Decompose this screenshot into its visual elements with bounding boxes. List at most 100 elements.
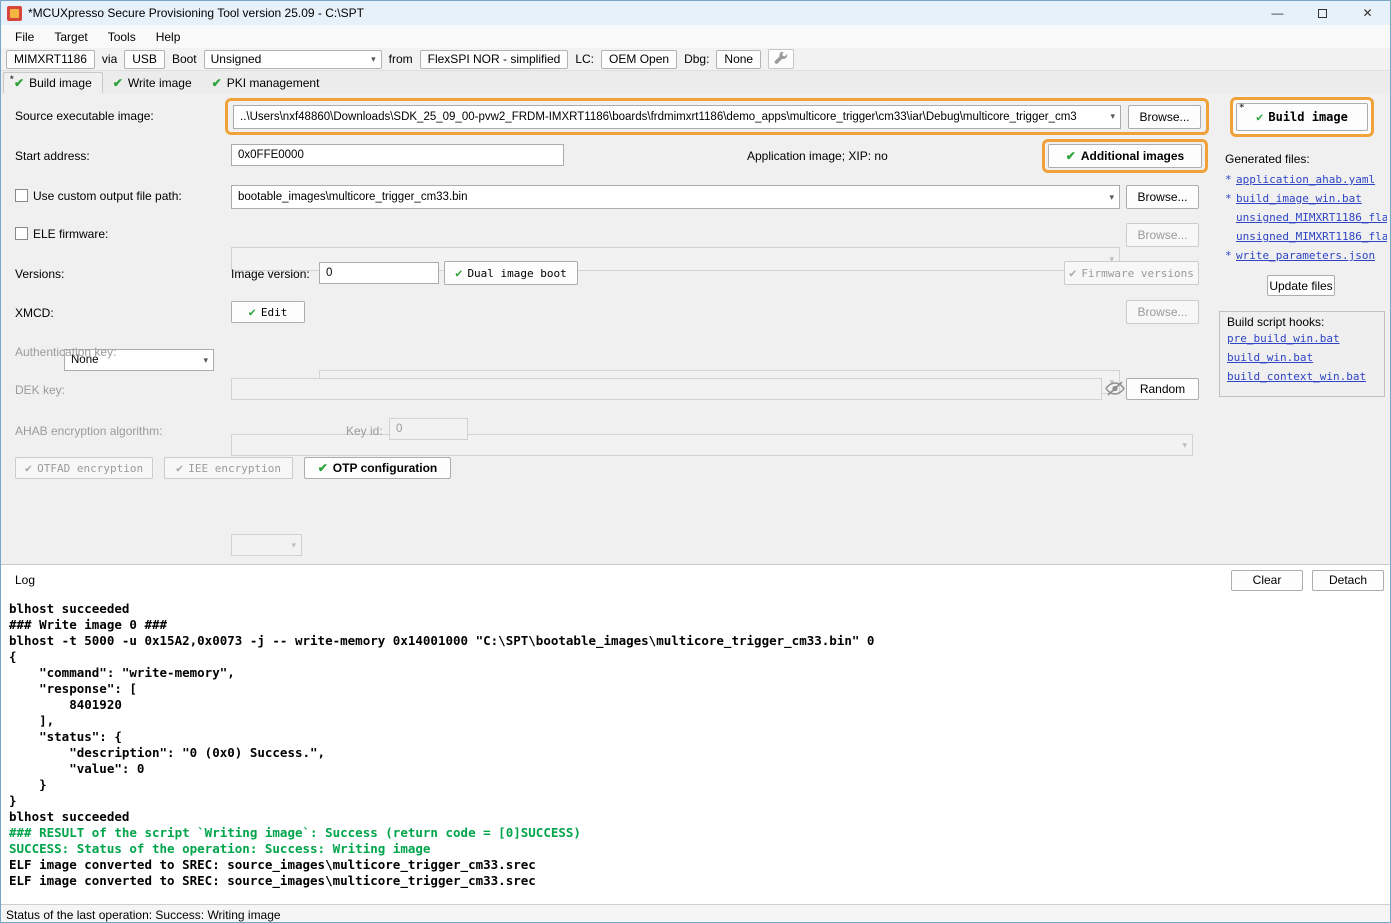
- output-path-combobox[interactable]: bootable_images\multicore_trigger_cm33.b…: [231, 185, 1120, 209]
- boot-type-value: Unsigned: [211, 52, 262, 66]
- generated-file-link[interactable]: unsigned_MIMXRT1186_fla: [1236, 211, 1387, 224]
- source-image-combobox[interactable]: ..\Users\nxf48860\Downloads\SDK_25_09_00…: [233, 105, 1121, 129]
- authentication-key-label: Authentication key:: [15, 345, 116, 359]
- generated-files-list: *application_ahab.yaml*build_image_win.b…: [1225, 170, 1387, 265]
- build-script-hooks-box: Build script hooks: pre_build_win.batbui…: [1219, 311, 1385, 397]
- menu-file[interactable]: File: [5, 27, 44, 47]
- otp-configuration-button[interactable]: ✔ OTP configuration: [304, 457, 451, 479]
- log-line: "status": {: [9, 729, 1390, 745]
- otfad-encryption-toggle: ✔ OTFAD encryption: [15, 457, 153, 479]
- hook-link[interactable]: build_context_win.bat: [1227, 370, 1366, 383]
- check-icon: ✔: [1069, 267, 1076, 279]
- xmcd-edit-button[interactable]: ✔ Edit: [231, 301, 305, 323]
- tab-write-image[interactable]: ✔ Write image: [103, 72, 202, 93]
- source-browse-button[interactable]: Browse...: [1128, 105, 1201, 129]
- app-icon: [7, 6, 22, 21]
- image-version-label: Image version:: [231, 267, 310, 281]
- dbg-label: Dbg:: [684, 52, 709, 66]
- modified-star-icon: *: [10, 74, 14, 84]
- debugger-button[interactable]: None: [716, 50, 761, 69]
- eye-slash-icon: [1105, 381, 1125, 396]
- build-script-hooks-label: Build script hooks:: [1227, 315, 1324, 329]
- boot-device-button[interactable]: FlexSPI NOR - simplified: [420, 50, 569, 69]
- menu-help[interactable]: Help: [146, 27, 191, 47]
- generated-file-link[interactable]: unsigned_MIMXRT1186_fla: [1236, 230, 1387, 243]
- show-dek-key-toggle[interactable]: [1105, 381, 1125, 399]
- ele-firmware-label: ELE firmware:: [33, 227, 108, 241]
- status-bar: Status of the last operation: Success: W…: [1, 904, 1390, 923]
- otfad-encryption-label: OTFAD encryption: [37, 462, 143, 475]
- log-label: Log: [15, 573, 35, 587]
- xmcd-browse-button: Browse...: [1126, 300, 1199, 324]
- hook-row: pre_build_win.bat: [1227, 329, 1377, 348]
- clear-log-button[interactable]: Clear: [1231, 570, 1303, 591]
- generated-file-row: *write_parameters.json: [1225, 246, 1387, 265]
- generated-file-prefix: *: [1225, 173, 1233, 186]
- check-icon: ✔: [212, 77, 222, 89]
- tab-bar: * ✔ Build image ✔ Write image ✔ PKI mana…: [1, 71, 1390, 93]
- minimize-button[interactable]: —: [1255, 1, 1300, 25]
- check-icon: ✔: [113, 77, 123, 89]
- generated-file-link[interactable]: build_image_win.bat: [1236, 192, 1362, 205]
- log-line: {: [9, 649, 1390, 665]
- ele-firmware-checkbox[interactable]: [15, 227, 28, 240]
- lc-label: LC:: [575, 52, 594, 66]
- maximize-button[interactable]: [1300, 1, 1345, 25]
- tab-pki-management[interactable]: ✔ PKI management: [202, 72, 330, 93]
- boot-label: Boot: [172, 52, 197, 66]
- log-line: blhost -t 5000 -u 0x15A2,0x0073 -j -- wr…: [9, 633, 1390, 649]
- ele-browse-button: Browse...: [1126, 223, 1199, 247]
- log-buttons: Clear Detach: [1231, 570, 1384, 591]
- custom-output-checkbox[interactable]: [15, 189, 28, 202]
- modified-star-icon: *: [1239, 103, 1244, 113]
- generated-file-row: unsigned_MIMXRT1186_fla: [1225, 227, 1387, 246]
- random-dek-button[interactable]: Random: [1126, 378, 1199, 400]
- build-image-button[interactable]: * ✔ Build image: [1236, 103, 1368, 131]
- processor-button[interactable]: MIMXRT1186: [6, 50, 95, 69]
- menu-tools[interactable]: Tools: [98, 27, 146, 47]
- versions-label: Versions:: [15, 267, 64, 281]
- image-version-field[interactable]: 0: [319, 262, 439, 284]
- hook-link[interactable]: pre_build_win.bat: [1227, 332, 1340, 345]
- chevron-down-icon: ▾: [1110, 111, 1115, 122]
- generated-file-row: *application_ahab.yaml: [1225, 170, 1387, 189]
- update-files-button[interactable]: Update files: [1267, 275, 1335, 296]
- connection-button[interactable]: USB: [124, 50, 165, 69]
- additional-images-button[interactable]: ✔ Additional images: [1048, 144, 1202, 168]
- chevron-down-icon: ▾: [1182, 440, 1187, 451]
- key-id-field: 0: [389, 418, 468, 440]
- detach-log-button[interactable]: Detach: [1312, 570, 1384, 591]
- tab-build-image[interactable]: * ✔ Build image: [3, 72, 103, 93]
- ahab-algorithm-select: ▾: [231, 534, 302, 556]
- check-icon: ✔: [1256, 111, 1263, 123]
- log-content[interactable]: blhost succeeded### Write image 0 ###blh…: [1, 595, 1390, 904]
- build-image-button-label: Build image: [1268, 110, 1347, 124]
- xip-note: Application image; XIP: no: [747, 149, 888, 163]
- output-path-value: bootable_images\multicore_trigger_cm33.b…: [238, 191, 468, 203]
- check-icon: ✔: [176, 462, 183, 474]
- log-section: Log Clear Detach blhost succeeded### Wri…: [1, 564, 1390, 904]
- menu-target[interactable]: Target: [44, 27, 97, 47]
- via-label: via: [102, 52, 117, 66]
- menu-bar: File Target Tools Help: [1, 25, 1390, 48]
- hook-link[interactable]: build_win.bat: [1227, 351, 1313, 364]
- hook-row: build_context_win.bat: [1227, 367, 1377, 386]
- boot-type-select[interactable]: Unsigned ▾: [204, 50, 382, 69]
- iee-encryption-label: IEE encryption: [188, 462, 281, 475]
- log-line: ### Write image 0 ###: [9, 617, 1390, 633]
- log-line: }: [9, 777, 1390, 793]
- start-address-field[interactable]: 0x0FFE0000: [231, 144, 564, 166]
- log-line: ### RESULT of the script `Writing image`…: [9, 825, 1390, 841]
- lifecycle-button[interactable]: OEM Open: [601, 50, 677, 69]
- generated-file-link[interactable]: write_parameters.json: [1236, 249, 1375, 262]
- hook-row: build_win.bat: [1227, 348, 1377, 367]
- additional-images-label: Additional images: [1081, 149, 1184, 163]
- dual-image-boot-toggle[interactable]: ✔ Dual image boot: [444, 261, 578, 285]
- output-browse-button[interactable]: Browse...: [1126, 185, 1199, 209]
- generated-file-link[interactable]: application_ahab.yaml: [1236, 173, 1375, 186]
- settings-wrench-button[interactable]: [768, 49, 794, 69]
- custom-output-label: Use custom output file path:: [33, 189, 182, 203]
- generated-files-label: Generated files:: [1225, 152, 1310, 166]
- close-button[interactable]: ✕: [1345, 1, 1390, 25]
- dek-key-label: DEK key:: [15, 383, 65, 397]
